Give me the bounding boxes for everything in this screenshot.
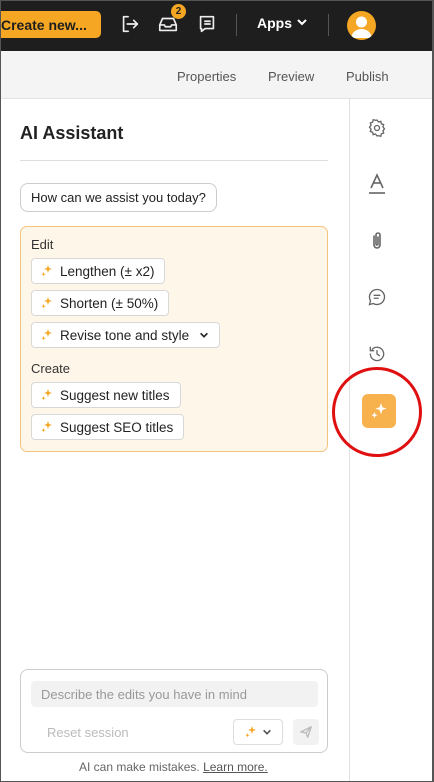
notification-badge: 2 xyxy=(171,4,186,19)
chevron-down-icon xyxy=(296,15,308,31)
sparkle-icon xyxy=(40,420,54,434)
reset-session-button[interactable]: Reset session xyxy=(47,725,129,740)
create-section-label: Create xyxy=(31,361,71,376)
chevron-down-icon xyxy=(199,330,209,340)
edit-section-label: Edit xyxy=(31,237,54,252)
topbar-divider xyxy=(328,14,329,36)
assistant-prompt-bubble: How can we assist you today? xyxy=(20,183,217,212)
exit-icon[interactable] xyxy=(119,13,141,35)
tab-properties[interactable]: Properties xyxy=(177,69,236,84)
apps-label: Apps xyxy=(257,15,292,31)
chip-label: Shorten (± 50%) xyxy=(60,295,159,311)
sparkle-icon xyxy=(40,388,54,402)
edit-description-input[interactable] xyxy=(31,681,318,707)
chevron-down-icon xyxy=(262,727,272,737)
history-icon[interactable] xyxy=(367,344,387,364)
learn-more-link[interactable]: Learn more. xyxy=(203,760,268,774)
sparkle-icon xyxy=(40,296,54,310)
chip-label: Lengthen (± x2) xyxy=(60,263,155,279)
sparkle-icon xyxy=(244,725,258,739)
typography-icon[interactable] xyxy=(367,173,387,194)
chip-label: Suggest SEO titles xyxy=(60,419,174,435)
prompt-composer: Reset session xyxy=(20,669,328,753)
sub-navigation: Properties Preview Publish xyxy=(1,51,432,99)
panel-title: AI Assistant xyxy=(20,123,124,143)
divider xyxy=(20,160,328,161)
revise-tone-dropdown[interactable]: Revise tone and style xyxy=(31,322,221,348)
create-new-button[interactable]: Create new... xyxy=(1,11,101,38)
chip-label: Revise tone and style xyxy=(60,327,190,343)
topbar-divider xyxy=(236,14,237,36)
ai-actions-card: Edit Lengthen (± x2) Shorten (± 50%) Rev… xyxy=(20,226,328,452)
ai-mode-select[interactable] xyxy=(233,719,283,745)
user-avatar-icon[interactable] xyxy=(347,11,376,40)
shorten-button[interactable]: Shorten (± 50%) xyxy=(31,290,170,316)
highlight-annotation-ring xyxy=(332,367,422,457)
suggest-new-titles-button[interactable]: Suggest new titles xyxy=(31,382,181,408)
sparkle-icon xyxy=(40,328,54,342)
app-frame: Create new... 2 Apps Properties Preview … xyxy=(0,0,434,782)
sparkle-icon xyxy=(40,264,54,278)
settings-icon[interactable] xyxy=(367,118,387,138)
attachment-icon[interactable] xyxy=(367,230,387,250)
suggest-seo-titles-button[interactable]: Suggest SEO titles xyxy=(31,414,185,440)
chip-label: Suggest new titles xyxy=(60,387,170,403)
lengthen-button[interactable]: Lengthen (± x2) xyxy=(31,258,166,284)
send-button[interactable] xyxy=(293,719,319,745)
top-bar: Create new... 2 Apps xyxy=(1,1,432,51)
comment-icon[interactable] xyxy=(367,287,387,307)
send-icon xyxy=(299,725,313,739)
apps-menu-button[interactable]: Apps xyxy=(257,15,308,31)
tab-preview[interactable]: Preview xyxy=(268,69,314,84)
disclaimer-text: AI can make mistakes. xyxy=(79,760,200,774)
notes-icon[interactable] xyxy=(196,13,218,35)
ai-disclaimer: AI can make mistakes. Learn more. xyxy=(79,760,268,774)
tab-publish[interactable]: Publish xyxy=(346,69,389,84)
